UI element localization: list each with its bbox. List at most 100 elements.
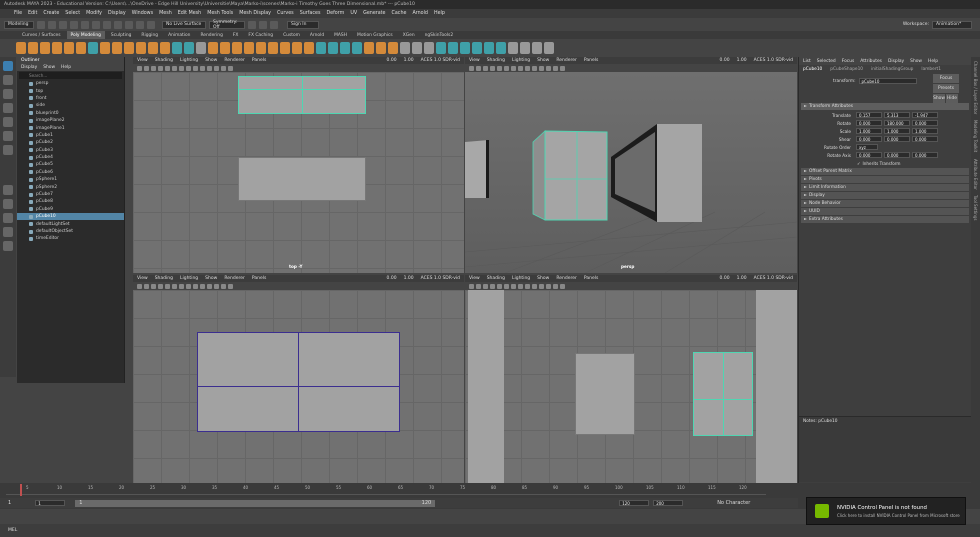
side-tab[interactable]: Tool Settings (973, 195, 978, 220)
gamma-value[interactable]: 1.00 (737, 276, 747, 281)
snap-grid-icon[interactable] (125, 20, 133, 29)
paint-select-icon[interactable] (3, 89, 13, 99)
outliner-item[interactable]: pCube10 (17, 213, 124, 221)
menu-item-mesh-tools[interactable]: Mesh Tools (207, 11, 233, 16)
workspace-dropdown[interactable]: Animation* (932, 20, 972, 29)
shelf-tool-icon[interactable] (280, 42, 290, 54)
current-frame-field[interactable]: 1 (35, 500, 66, 506)
attr-field[interactable]: 1.000 (912, 128, 938, 134)
rotate-tool-icon[interactable] (3, 117, 13, 127)
shelf-tab[interactable]: MASH (330, 31, 351, 39)
collapsed-section[interactable]: Pivots (801, 176, 969, 183)
outliner-item[interactable]: side (17, 102, 124, 109)
gamma-value[interactable]: 1.00 (404, 58, 414, 63)
redo-icon[interactable] (81, 20, 89, 29)
viewport-menu-item[interactable]: Show (205, 58, 217, 63)
cube-selected[interactable] (238, 76, 366, 114)
ae-menu-item[interactable]: List (803, 59, 811, 64)
exposure-value[interactable]: 0.00 (720, 58, 730, 63)
single-view-icon[interactable] (3, 185, 13, 195)
side-tab[interactable]: Channel Box / Layer Editor (973, 61, 978, 114)
menu-item-modify[interactable]: Modify (86, 11, 102, 16)
shelf-tab[interactable]: XGen (399, 31, 419, 39)
viewport-menu-item[interactable]: Show (205, 276, 217, 281)
rotate-axis-y[interactable]: 0.000 (884, 152, 910, 158)
menu-item-mesh[interactable]: Mesh (159, 11, 172, 16)
menu-item-create[interactable]: Create (43, 11, 59, 16)
outliner-item[interactable]: imagePlane1 (17, 124, 124, 131)
shelf-tool-icon[interactable] (316, 42, 326, 54)
select-component-icon[interactable] (114, 20, 122, 29)
viewport-menu-item[interactable]: Panels (584, 58, 598, 63)
shelf-tool-icon[interactable] (496, 42, 506, 54)
shelf-tool-icon[interactable] (196, 42, 206, 54)
outliner-item[interactable]: front (17, 95, 124, 102)
exposure-value[interactable]: 0.00 (387, 58, 397, 63)
menu-item-cache[interactable]: Cache (392, 11, 407, 16)
shelf-tool-icon[interactable] (544, 42, 554, 54)
outliner-item[interactable]: imagePlane2 (17, 117, 124, 124)
attr-field[interactable]: 0.157 (856, 112, 882, 118)
persp-outliner-icon[interactable] (3, 213, 13, 223)
shelf-tool-icon[interactable] (352, 42, 362, 54)
outliner-item[interactable]: pSphere2 (17, 183, 124, 190)
outliner-menu-item[interactable]: Show (43, 65, 55, 70)
outliner-item[interactable]: pCube6 (17, 169, 124, 176)
shelf-tab[interactable]: Rendering (196, 31, 226, 39)
shelf-tab[interactable]: Rigging (137, 31, 162, 39)
shelf-tool-icon[interactable] (160, 42, 170, 54)
viewport-menu-item[interactable]: Shading (487, 276, 505, 281)
cube-selected-side[interactable] (693, 352, 753, 436)
menu-item-uv[interactable]: UV (350, 11, 357, 16)
inherits-transform-row[interactable]: ✓ Inherits Transform (799, 159, 971, 167)
shelf-tool-icon[interactable] (76, 42, 86, 54)
viewport-menu-item[interactable]: Renderer (556, 276, 577, 281)
menu-item-curves[interactable]: Curves (277, 11, 294, 16)
attr-field[interactable]: -1.947 (912, 112, 938, 118)
rotate-axis-z[interactable]: 0.000 (912, 152, 938, 158)
shelf-tool-icon[interactable] (16, 42, 26, 54)
collapsed-section[interactable]: Node Behavior (801, 200, 969, 207)
four-view-icon[interactable] (3, 199, 13, 209)
viewport-menu-item[interactable]: Panels (252, 58, 266, 63)
last-tool-icon[interactable] (3, 145, 13, 155)
ae-menu-item[interactable]: Attributes (860, 59, 882, 64)
menu-item-edit[interactable]: Edit (28, 11, 37, 16)
shelf-tab[interactable]: Animation (164, 31, 194, 39)
viewport-menu-item[interactable]: Lighting (512, 276, 530, 281)
shelf-tool-icon[interactable] (460, 42, 470, 54)
attr-field[interactable]: 1.000 (856, 128, 882, 134)
viewport-menu-item[interactable]: Panels (252, 276, 266, 281)
shelf-tool-icon[interactable] (28, 42, 38, 54)
viewport-persp[interactable]: View Shading Lighting Show Renderer Panels 0.0… (465, 57, 797, 273)
select-object-icon[interactable] (103, 20, 111, 29)
end-time-field[interactable]: 120 (619, 500, 650, 506)
open-scene-icon[interactable] (48, 20, 56, 29)
attr-field[interactable]: 0.000 (856, 136, 882, 142)
viewport-front[interactable]: View Shading Lighting Show Renderer Panels 0.0… (133, 275, 464, 493)
menu-item-arnold[interactable]: Arnold (412, 11, 428, 16)
shelf-tab[interactable]: ngSkinTools2 (421, 31, 458, 39)
scale-tool-icon[interactable] (3, 131, 13, 141)
shelf-tool-icon[interactable] (472, 42, 482, 54)
cube-front[interactable] (197, 332, 400, 432)
menu-item-deform[interactable]: Deform (326, 11, 344, 16)
shelf-tool-icon[interactable] (400, 42, 410, 54)
select-hierarchy-icon[interactable] (92, 20, 100, 29)
shelf-tool-icon[interactable] (208, 42, 218, 54)
viewport-menu-item[interactable]: View (469, 58, 480, 63)
menu-item-edit-mesh[interactable]: Edit Mesh (178, 11, 201, 16)
shelf-tab[interactable]: Curves / Surfaces (18, 31, 65, 39)
sign-in-button[interactable]: Sign In (287, 20, 319, 29)
command-line[interactable]: MEL (0, 524, 980, 537)
cube-side[interactable] (575, 353, 635, 435)
outliner-item[interactable]: top (17, 87, 124, 94)
ipr-render-icon[interactable] (259, 20, 267, 29)
viewport-menu-item[interactable]: Show (537, 276, 549, 281)
viewport-menu-item[interactable]: Lighting (180, 58, 198, 63)
ae-menu-item[interactable]: Focus (842, 59, 855, 64)
shelf-tab[interactable]: Sculpting (107, 31, 136, 39)
menu-item-generate[interactable]: Generate (363, 11, 385, 16)
layout-icon[interactable] (3, 227, 13, 237)
outliner-item[interactable]: pCube8 (17, 198, 124, 205)
